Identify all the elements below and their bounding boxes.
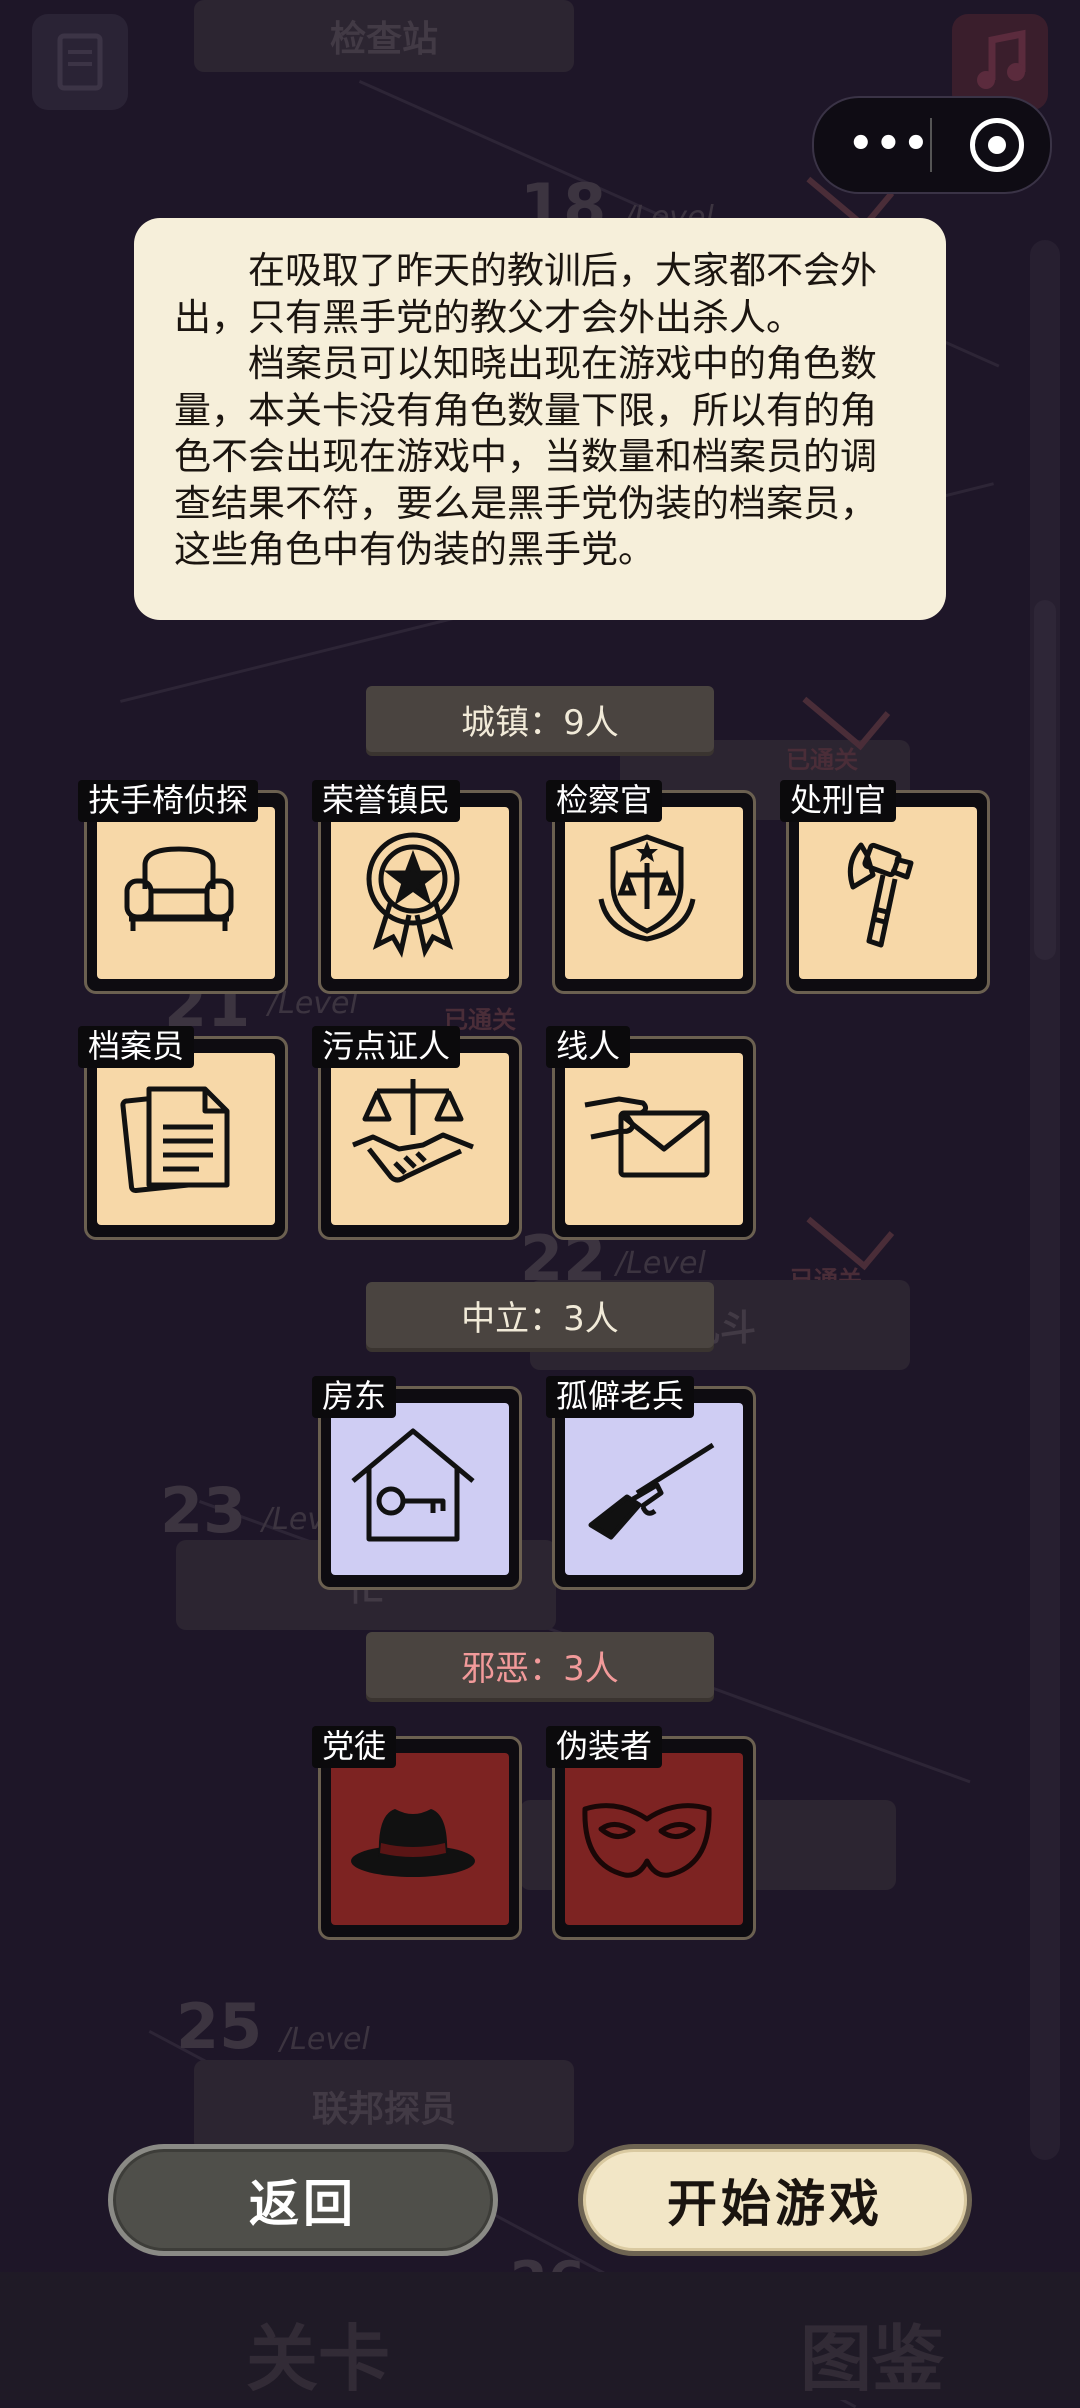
bg-level-card: 检查站: [194, 0, 574, 72]
role-label: 线人: [546, 1026, 631, 1068]
bg-level-number: 25: [176, 1990, 263, 2063]
bg-level-card: 联邦探员: [194, 2060, 574, 2152]
hand-envelope-icon: [584, 1096, 710, 1178]
role-label: 党徒: [312, 1726, 397, 1768]
back-button[interactable]: 返回: [108, 2144, 498, 2256]
scales-handshake-icon: [352, 1079, 474, 1183]
description-paragraph: 在吸取了昨天的教训后，大家都不会外出，只有黑手党的教父才会外出杀人。: [174, 249, 877, 339]
bg-level-number: 23: [160, 1474, 247, 1547]
section-header-neutral: 中立：3人: [366, 1282, 714, 1348]
fedora-hat-icon: [351, 1809, 475, 1877]
more-dots-icon[interactable]: •••: [848, 124, 931, 164]
description-paragraph: 档案员可以知晓出现在游戏中的角色数量，本关卡没有角色数量下限，所以有的角色不会出…: [174, 342, 877, 571]
mask-icon: [582, 1803, 712, 1878]
house-key-icon: [351, 1428, 475, 1542]
role-label: 处刑官: [780, 780, 897, 822]
start-game-button[interactable]: 开始游戏: [578, 2144, 972, 2256]
documents-icon: [120, 1086, 230, 1194]
axe-icon: [847, 842, 914, 948]
tab-encyclopedia[interactable]: 图鉴: [800, 2300, 944, 2405]
tab-levels[interactable]: 关卡: [246, 2300, 390, 2405]
role-label: 扶手椅侦探: [78, 780, 259, 822]
scrollbar-thumb[interactable]: [1034, 600, 1056, 960]
scrollbar-track[interactable]: [1030, 240, 1060, 2160]
bg-cleared-badge: 已通关: [786, 666, 891, 775]
section-header-town: 城镇：9人: [366, 686, 714, 752]
section-header-evil: 邪恶：3人: [366, 1632, 714, 1698]
level-description: 在吸取了昨天的教训后，大家都不会外出，只有黑手党的教父才会外出杀人。 档案员可以…: [134, 218, 946, 620]
medal-icon: [366, 832, 460, 958]
role-label: 房东: [312, 1376, 397, 1418]
bg-level-unit: /Level: [280, 2022, 370, 2057]
role-label: 污点证人: [312, 1026, 461, 1068]
role-label: 检察官: [546, 780, 663, 822]
document-icon[interactable]: [32, 14, 128, 110]
role-label: 孤僻老兵: [546, 1376, 695, 1418]
role-label: 伪装者: [546, 1726, 663, 1768]
justice-shield-icon: [598, 834, 696, 942]
target-icon[interactable]: [970, 118, 1024, 172]
bg-level-unit: /Level: [616, 1246, 706, 1281]
role-label: 档案员: [78, 1026, 195, 1068]
miniprogram-capsule: •••: [812, 96, 1052, 194]
rifle-icon: [588, 1442, 715, 1540]
armchair-icon: [124, 846, 234, 931]
capsule-divider: [930, 118, 932, 172]
role-label: 荣誉镇民: [312, 780, 461, 822]
